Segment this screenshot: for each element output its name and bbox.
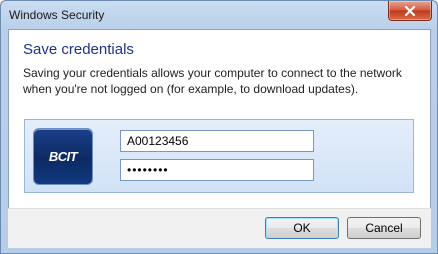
username-field[interactable]: A00123456: [120, 130, 314, 152]
bcit-logo: BCIT: [33, 128, 93, 185]
window-title: Windows Security: [9, 8, 105, 22]
close-button[interactable]: [388, 1, 432, 21]
password-field[interactable]: ••••••••: [120, 159, 314, 181]
logo-text: BCIT: [48, 149, 78, 164]
button-bar: OK Cancel: [8, 208, 431, 248]
dialog-window: Windows Security Save credentials Saving…: [0, 0, 438, 254]
title-bar[interactable]: Windows Security: [1, 1, 437, 29]
credential-tile: BCIT A00123456 ••••••••: [24, 119, 414, 193]
cancel-button[interactable]: Cancel: [347, 217, 421, 239]
close-icon: [404, 5, 416, 16]
dialog-description: Saving your credentials allows your comp…: [23, 66, 402, 96]
ok-button[interactable]: OK: [265, 217, 339, 239]
dialog-heading: Save credentials: [23, 41, 134, 58]
